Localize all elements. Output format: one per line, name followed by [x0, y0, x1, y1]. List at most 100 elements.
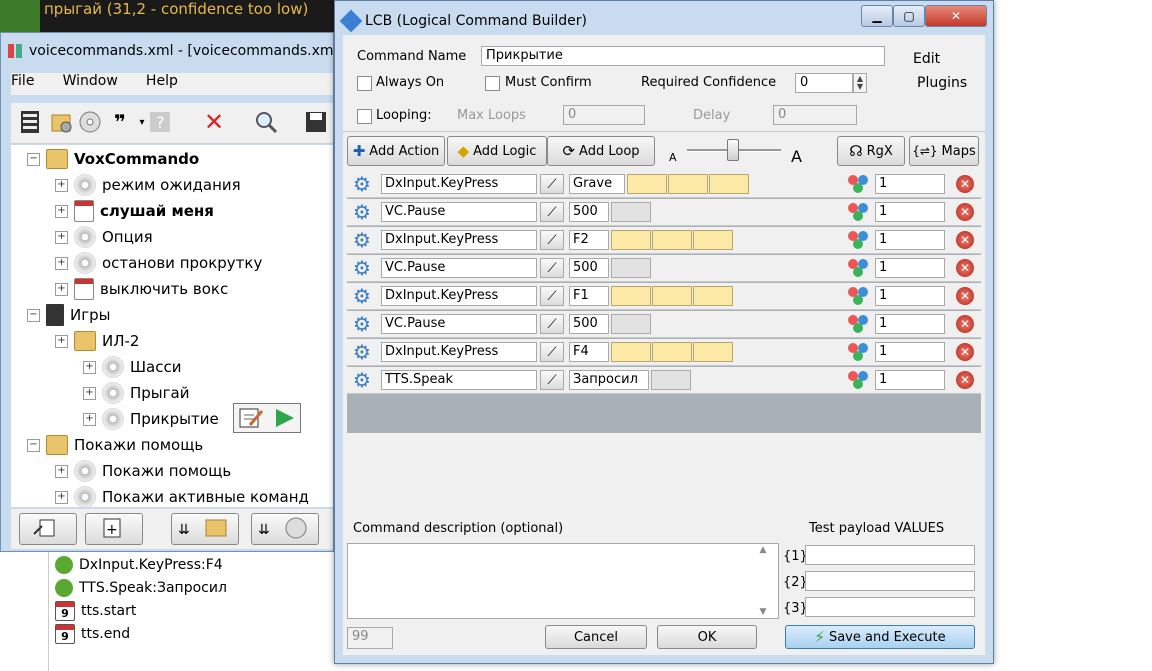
- gear-icon[interactable]: ⚙: [350, 340, 374, 364]
- action-repeat-count[interactable]: 1: [875, 314, 945, 334]
- delete-action-icon[interactable]: ✕: [956, 175, 974, 193]
- action-param-extra[interactable]: [668, 174, 708, 194]
- edit-command-icon[interactable]: [238, 407, 264, 429]
- delete-icon[interactable]: ✕: [201, 108, 227, 136]
- play-icon[interactable]: [272, 407, 296, 429]
- action-param-extra[interactable]: [709, 174, 749, 194]
- tree-item[interactable]: + Опция: [55, 225, 153, 249]
- add-loop-button[interactable]: ⟳ Add Loop: [547, 136, 655, 166]
- rgx-button[interactable]: ☊ RgX: [837, 136, 905, 166]
- action-param-1[interactable]: F1: [569, 286, 609, 306]
- action-param-1[interactable]: F4: [569, 342, 609, 362]
- action-row[interactable]: ⚙ VC.Pause ⟋ 500 1 ✕: [347, 311, 981, 338]
- gear-icon[interactable]: ⚙: [350, 368, 374, 392]
- tree-item[interactable]: + Покажи активные команд: [55, 485, 309, 507]
- menu-file[interactable]: File: [11, 73, 34, 89]
- add-action-button[interactable]: ✚ Add Action: [347, 136, 445, 166]
- action-row[interactable]: ⚙ TTS.Speak ⟋ Запросил 1 ✕: [347, 367, 981, 394]
- action-repeat-count[interactable]: 1: [875, 174, 945, 194]
- wand-icon[interactable]: ⟋: [540, 286, 564, 306]
- payload-input-2[interactable]: [805, 571, 975, 591]
- wand-icon[interactable]: ⟋: [540, 342, 564, 362]
- expand-toggle-icon[interactable]: −: [27, 308, 40, 322]
- gear-icon[interactable]: ⚙: [350, 228, 374, 252]
- expand-toggle-icon[interactable]: −: [27, 152, 40, 166]
- delete-action-icon[interactable]: ✕: [956, 371, 974, 389]
- delete-action-icon[interactable]: ✕: [956, 231, 974, 249]
- delete-action-icon[interactable]: ✕: [956, 259, 974, 277]
- action-row[interactable]: ⚙ DxInput.KeyPress ⟋ F4 1 ✕: [347, 339, 981, 366]
- action-name-field[interactable]: DxInput.KeyPress: [381, 230, 537, 250]
- tree-item[interactable]: + останови прокрутку: [55, 251, 262, 275]
- description-scrollbar[interactable]: ▲ ▼: [751, 545, 775, 617]
- sort-groups-button[interactable]: ⇊: [171, 513, 239, 545]
- wand-icon[interactable]: ⟋: [540, 258, 564, 278]
- menu-help[interactable]: Help: [146, 73, 178, 89]
- minimize-icon[interactable]: ▁: [861, 5, 893, 27]
- action-name-field[interactable]: DxInput.KeyPress: [381, 174, 537, 194]
- add-disc-icon[interactable]: [77, 109, 103, 135]
- font-size-slider-thumb[interactable]: [727, 139, 739, 161]
- delay-input[interactable]: 0: [773, 105, 857, 125]
- log-item[interactable]: TTS.Speak:Запросил: [55, 577, 227, 599]
- logic-blocks-icon[interactable]: [845, 285, 871, 307]
- action-row[interactable]: ⚙ VC.Pause ⟋ 500 1 ✕: [347, 255, 981, 282]
- magnifier-icon[interactable]: [253, 109, 279, 135]
- expand-toggle-icon[interactable]: +: [55, 490, 68, 504]
- always-on-checkbox[interactable]: [357, 76, 372, 91]
- command-name-input[interactable]: Прикрытие: [481, 46, 885, 66]
- tree-item[interactable]: + выключить вокс: [55, 277, 228, 301]
- tree-item[interactable]: + ИЛ-2: [55, 329, 139, 353]
- expand-toggle-icon[interactable]: +: [55, 178, 68, 192]
- expand-toggle-icon[interactable]: +: [83, 412, 96, 426]
- must-confirm-checkbox[interactable]: [485, 76, 500, 91]
- server-icon[interactable]: [17, 109, 43, 135]
- tree-item[interactable]: − Игры: [27, 303, 110, 327]
- payload-input-3[interactable]: [805, 597, 975, 617]
- log-item[interactable]: 9 tts.end: [55, 623, 130, 645]
- expand-toggle-icon[interactable]: +: [55, 464, 68, 478]
- gear-icon[interactable]: ⚙: [350, 312, 374, 336]
- edit-plugins-edit-label[interactable]: Edit: [913, 51, 940, 67]
- action-param-extra[interactable]: [693, 286, 733, 306]
- action-param-extra[interactable]: [652, 230, 692, 250]
- log-item[interactable]: 9 tts.start: [55, 600, 136, 622]
- wand-icon[interactable]: ⟋: [540, 314, 564, 334]
- action-param-extra[interactable]: [611, 230, 651, 250]
- expand-toggle-icon[interactable]: +: [55, 230, 68, 244]
- action-repeat-count[interactable]: 1: [875, 342, 945, 362]
- expand-toggle-icon[interactable]: +: [55, 334, 68, 348]
- maximize-icon[interactable]: ▢: [893, 5, 925, 27]
- looping-checkbox[interactable]: [357, 109, 372, 124]
- gear-icon[interactable]: ⚙: [350, 200, 374, 224]
- action-param-extra[interactable]: [651, 370, 691, 390]
- gear-icon[interactable]: ⚙: [350, 256, 374, 280]
- tree-item[interactable]: − VoxCommando: [27, 147, 199, 171]
- gear-icon[interactable]: ⚙: [350, 284, 374, 308]
- action-repeat-count[interactable]: 1: [875, 286, 945, 306]
- expand-toggle-icon[interactable]: +: [55, 204, 68, 218]
- action-param-extra[interactable]: [627, 174, 667, 194]
- delete-action-icon[interactable]: ✕: [956, 315, 974, 333]
- action-name-field[interactable]: TTS.Speak: [381, 370, 537, 390]
- edit-plugins-label[interactable]: Plugins: [917, 75, 967, 91]
- tree-item[interactable]: + Покажи помощь: [55, 459, 231, 483]
- wand-icon[interactable]: ⟋: [540, 370, 564, 390]
- action-param-1[interactable]: 500: [569, 314, 609, 334]
- action-param-extra[interactable]: [611, 314, 651, 334]
- delete-action-icon[interactable]: ✕: [956, 343, 974, 361]
- command-description-input[interactable]: [347, 543, 779, 619]
- action-param-1[interactable]: 500: [569, 258, 609, 278]
- logic-blocks-icon[interactable]: [845, 341, 871, 363]
- collapse-button[interactable]: [19, 513, 77, 545]
- tree-item[interactable]: + Прыгай: [83, 381, 189, 405]
- help-icon[interactable]: ?: [147, 109, 173, 135]
- event-log-list[interactable]: DxInput.KeyPress:F4 TTS.Speak:Запросил 9 tt…: [48, 552, 337, 671]
- required-confidence-input[interactable]: 0: [795, 73, 853, 93]
- action-param-1[interactable]: Grave: [569, 174, 625, 194]
- action-name-field[interactable]: VC.Pause: [381, 314, 537, 334]
- action-repeat-count[interactable]: 1: [875, 370, 945, 390]
- logic-blocks-icon[interactable]: [845, 173, 871, 195]
- expand-toggle-icon[interactable]: +: [83, 360, 96, 374]
- wand-icon[interactable]: ⟋: [540, 202, 564, 222]
